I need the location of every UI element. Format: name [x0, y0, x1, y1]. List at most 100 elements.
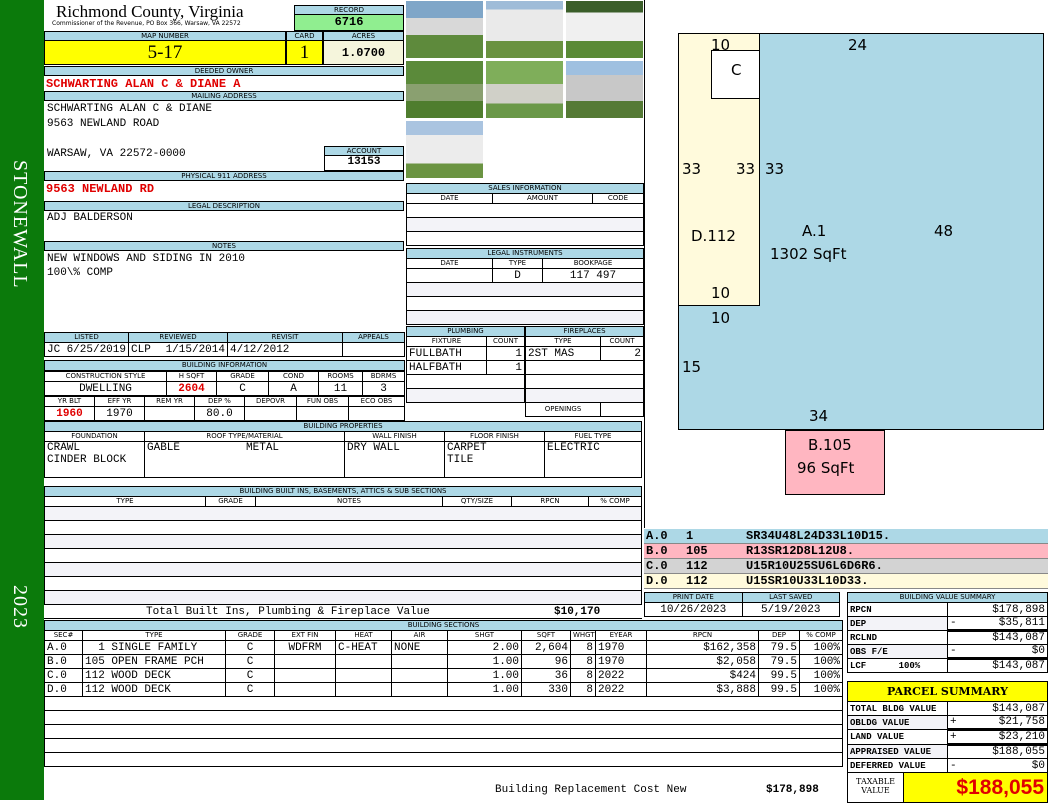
fuel-type: ELECTRIC [544, 441, 642, 478]
card-number: 1 [286, 40, 323, 65]
legend-sec: B.0 [646, 544, 668, 558]
wall-finish: DRY WALL [344, 441, 445, 478]
summary-label: OBS F/E [847, 644, 948, 659]
built-ins-row [44, 562, 642, 577]
building-info-value [144, 406, 195, 421]
property-photo[interactable] [565, 60, 644, 119]
physical-address-label: PHYSICAL 911 ADDRESS [44, 171, 404, 181]
openings-label: OPENINGS [525, 402, 601, 417]
notes-line-2: 100\% COMP [47, 267, 114, 279]
section-cell: $2,058 [646, 654, 759, 669]
dimension: 15 [682, 358, 702, 376]
summary-value-cell: $143,087 [947, 629, 1048, 645]
summary-value: $188,055 [992, 746, 1045, 758]
summary-value-cell: + $21,758 [947, 715, 1048, 730]
reviewed-label: REVIEWED [128, 332, 228, 343]
property-photo[interactable] [485, 60, 564, 119]
legend-path: U15SR10U33L10D33. [746, 574, 869, 588]
legend-sec: C.0 [646, 559, 668, 573]
building-info-header: EFF YR [94, 396, 145, 407]
summary-row: RCLND $143,087 [847, 629, 1048, 645]
built-ins-header: % COMP [588, 496, 642, 507]
built-ins-header: RPCN [511, 496, 589, 507]
summary-value-cell: $188,055 [947, 743, 1048, 759]
section-cell: $424 [646, 668, 759, 683]
summary-label: TOTAL BLDG VALUE [847, 701, 948, 716]
dimension: 33 [682, 160, 702, 178]
section-cell: 99.5 [758, 682, 800, 697]
summary-operator: - [950, 645, 957, 658]
section-cell: 100% [799, 668, 843, 683]
section-cell: 36 [521, 668, 571, 683]
fixture: FULLBATH [406, 346, 487, 361]
summary-row: OBS F/E - $0 [847, 644, 1048, 659]
plumbing-label: PLUMBING [406, 326, 525, 337]
taxable-row: TAXABLE VALUE $188,055 [847, 773, 1048, 803]
reviewed-date: 1/15/2014 [165, 343, 225, 356]
parcel-summary: PARCEL SUMMARY TOTAL BLDG VALUE $143,087 OB… [847, 681, 1048, 803]
section-cell: 99.5 [758, 668, 800, 683]
property-photo[interactable] [405, 60, 484, 119]
acres-value: 1.0700 [323, 40, 404, 65]
sales-label: SALES INFORMATION [406, 183, 644, 194]
summary-label: LCF 100% [847, 658, 948, 673]
legal-description: ADJ BALDERSON [47, 212, 133, 224]
property-photo[interactable] [405, 120, 484, 179]
property-photo[interactable] [565, 0, 644, 59]
built-ins-total-row: Total Built Ins, Plumbing & Fireplace Va… [44, 605, 642, 619]
summary-label: LAND VALUE [847, 729, 948, 745]
property-header: FOUNDATION [44, 431, 145, 442]
section-cell: $162,358 [646, 640, 759, 655]
building-info-header: FUN OBS [296, 396, 349, 407]
legend-row: C.0 112 U15R10U25SU6L6D6R6. [644, 559, 1048, 574]
building-sketch[interactable]: C D.112 A.1 1302 SqFt B.105 96 SqFt 10 2… [644, 0, 1050, 528]
section-cell [391, 654, 448, 669]
building-info-value [296, 406, 349, 421]
section-cell: C.0 [44, 668, 83, 683]
summary-value-cell: $178,898 [947, 602, 1048, 617]
legal-row: D 117 497 [406, 268, 644, 283]
section-cell [335, 654, 392, 669]
building-info-value: DWELLING [44, 381, 167, 396]
section-header: SEC# [44, 630, 83, 641]
built-ins-header: GRADE [205, 496, 256, 507]
section-cell: 100% [799, 682, 843, 697]
revisit-date: 4/12/2012 [227, 342, 343, 357]
summary-label: DEFERRED VALUE [847, 758, 948, 773]
section-a-label: A.1 [802, 222, 827, 240]
building-info-value: C [216, 381, 269, 396]
built-ins-total: $10,170 [554, 606, 601, 618]
building-info-header: DEP % [194, 396, 245, 407]
summary-value: $143,087 [992, 632, 1045, 644]
section-cell: 1970 [595, 640, 647, 655]
legal-bookpage: 117 497 [542, 268, 644, 283]
section-cell: C [225, 682, 275, 697]
roof-type: GABLE METAL [144, 441, 345, 478]
section-c-label: C [731, 61, 742, 79]
building-information: BUILDING INFORMATION CONSTRUCTION STYLE H… [44, 360, 405, 421]
property-photo[interactable] [405, 0, 484, 59]
section-cell: 2022 [595, 668, 647, 683]
building-info-header: CONSTRUCTION STYLE [44, 371, 167, 382]
fireplace-header: COUNT [600, 336, 644, 347]
section-header: EXT FIN [274, 630, 336, 641]
section-header: AIR [391, 630, 448, 641]
dimension: 33 [765, 160, 785, 178]
section-cell [274, 654, 336, 669]
section-cell: 105 OPEN FRAME PCH [82, 654, 226, 669]
legend-code: 1 [686, 529, 694, 543]
section-row [44, 738, 843, 753]
summary-value: $143,087 [992, 660, 1045, 672]
building-info-header: GRADE [216, 371, 269, 382]
floor-finish: CARPET TILE [444, 441, 545, 478]
property-header: FUEL TYPE [544, 431, 642, 442]
building-info-header: BDRMS [362, 371, 405, 382]
building-value-summary-label: BUILDING VALUE SUMMARY [847, 592, 1048, 603]
property-photo[interactable] [485, 0, 564, 59]
section-header: TYPE [82, 630, 226, 641]
section-cell: 112 WOOD DECK [82, 682, 226, 697]
building-info-value: A [268, 381, 319, 396]
legal-header: TYPE [492, 258, 543, 269]
print-date-label: PRINT DATE [644, 592, 743, 603]
legal-description-label: LEGAL DESCRIPTION [44, 201, 404, 211]
